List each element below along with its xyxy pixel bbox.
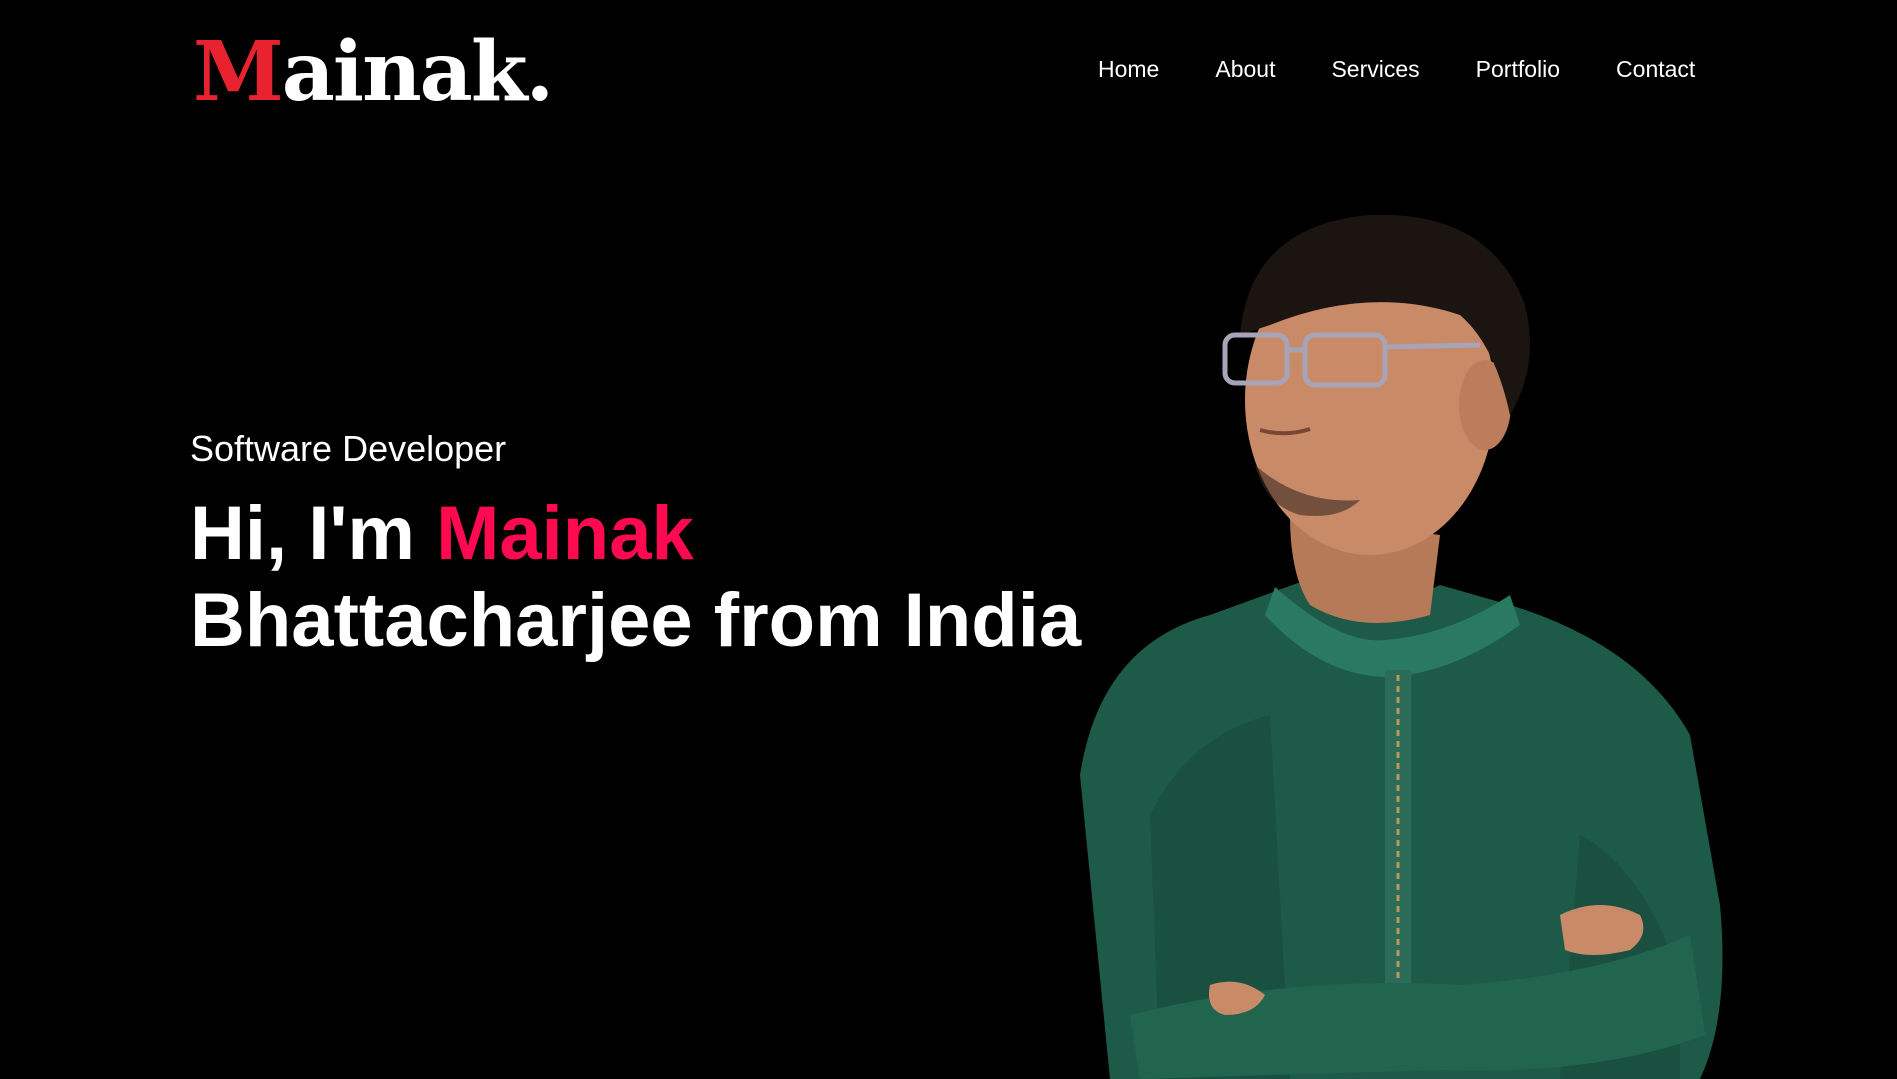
nav-contact[interactable]: Contact xyxy=(1616,52,1695,86)
hero-subtitle: Software Developer xyxy=(190,428,507,469)
hero-greeting: Hi, I'm xyxy=(190,491,437,576)
hero-text-block: Software Developer Hi, I'm Mainak Bhatta… xyxy=(190,424,1081,664)
main-nav: Home About Services Portfolio Contact xyxy=(1098,52,1695,86)
nav-services[interactable]: Services xyxy=(1331,52,1419,86)
hand-right xyxy=(1560,905,1644,955)
profile-portrait-image xyxy=(1080,215,1723,1079)
nav-about[interactable]: About xyxy=(1215,52,1275,86)
site-logo[interactable]: Mainak. xyxy=(193,22,554,122)
logo-rest: ainak. xyxy=(281,24,554,120)
nav-home[interactable]: Home xyxy=(1098,52,1159,86)
hero-page: Mainak. Home About Services Portfolio Co… xyxy=(0,0,1897,1079)
logo-initial: M xyxy=(193,24,284,120)
hero-name-rest: Bhattacharjee from India xyxy=(190,578,1082,663)
hero-name-highlight: Mainak xyxy=(436,491,694,576)
hero-headline: Hi, I'm Mainak Bhattacharjee from India xyxy=(190,490,1081,664)
nav-portfolio[interactable]: Portfolio xyxy=(1476,52,1560,86)
